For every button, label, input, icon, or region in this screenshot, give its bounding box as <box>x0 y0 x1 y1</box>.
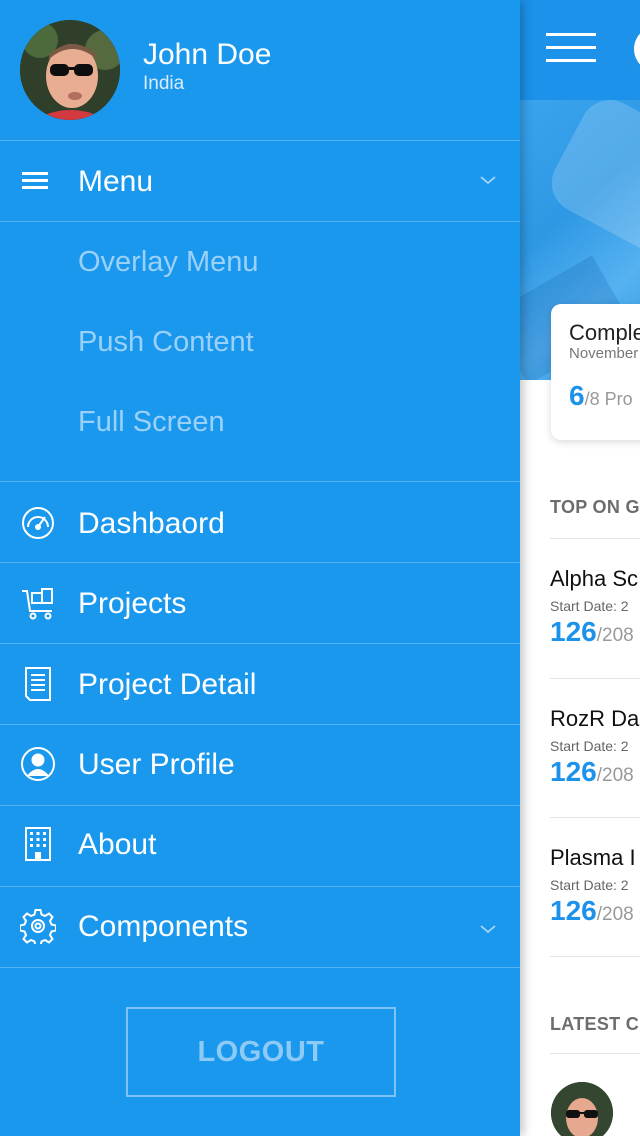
project-name: RozR Da <box>550 706 640 731</box>
project-progress: 126/208 <box>550 756 640 788</box>
project-start-date: Start Date: 2 <box>550 598 629 614</box>
menu-icon <box>20 163 56 199</box>
divider <box>550 817 640 818</box>
progress-total: /208 <box>596 765 634 786</box>
cart-icon <box>20 585 56 621</box>
sub-item-full-screen[interactable]: Full Screen <box>0 382 520 462</box>
nav-item-menu[interactable]: Menu <box>0 141 520 221</box>
progress-value: 126 <box>550 756 597 787</box>
nav-item-label: About <box>78 828 157 861</box>
user-name: John Doe <box>143 38 272 71</box>
profile-button[interactable] <box>634 26 640 72</box>
completed-value: 6 <box>569 380 585 411</box>
nav-item-label: Menu <box>78 165 154 198</box>
section-title-latest: LATEST C <box>550 1014 640 1034</box>
project-progress: 126/208 <box>550 616 640 648</box>
building-icon <box>20 826 56 862</box>
sub-item-label: Overlay Menu <box>78 246 259 278</box>
divider <box>550 538 640 539</box>
document-icon <box>20 666 56 702</box>
nav-item-user-profile[interactable]: User Profile <box>0 724 520 804</box>
sub-item-overlay-menu[interactable]: Overlay Menu <box>0 222 520 302</box>
nav-item-project-detail[interactable]: Project Detail <box>0 644 520 724</box>
sub-item-label: Full Screen <box>78 406 225 438</box>
section-title-top: TOP ON G <box>550 497 640 517</box>
avatar[interactable] <box>551 1082 613 1136</box>
dashboard-gauge-icon <box>20 505 56 541</box>
progress-total: /208 <box>596 625 634 646</box>
sub-item-push-content[interactable]: Push Content <box>0 302 520 382</box>
chevron-down-icon <box>478 922 498 936</box>
card-date: November <box>569 345 639 362</box>
progress-value: 126 <box>550 895 597 926</box>
avatar[interactable] <box>20 20 120 120</box>
nav-item-label: Project Detail <box>78 668 257 701</box>
divider <box>0 967 520 968</box>
hamburger-menu-icon[interactable] <box>546 33 596 63</box>
divider <box>550 956 640 957</box>
project-progress: 126/208 <box>550 895 640 927</box>
divider <box>550 1053 640 1054</box>
divider <box>550 678 640 679</box>
nav-item-label: Dashbaord <box>78 507 225 540</box>
project-start-date: Start Date: 2 <box>550 738 629 754</box>
project-row[interactable]: Alpha Sc Start Date: 2 126/208 <box>550 566 640 648</box>
project-name: Alpha Sc <box>550 566 639 591</box>
nav-item-about[interactable]: About <box>0 804 520 884</box>
card-title: Comple <box>569 320 640 345</box>
project-row[interactable]: Plasma I Start Date: 2 126/208 <box>550 845 640 927</box>
nav-item-dashboard[interactable]: Dashbaord <box>0 483 520 563</box>
project-row[interactable]: RozR Da Start Date: 2 126/208 <box>550 706 640 788</box>
completed-projects-card[interactable]: Comple November 6/8 Pro <box>551 304 640 440</box>
completed-total: /8 Pro <box>584 389 633 409</box>
nav-item-label: User Profile <box>78 748 235 781</box>
nav-item-components[interactable]: Components <box>0 886 520 966</box>
logout-button[interactable]: LOGOUT <box>126 1007 396 1097</box>
chevron-down-icon <box>478 173 498 187</box>
gear-icon <box>19 908 57 947</box>
logout-label: LOGOUT <box>197 1036 325 1068</box>
navigation-drawer: John Doe India Menu Overlay Menu Push Co… <box>0 0 520 1136</box>
nav-item-label: Projects <box>78 587 187 620</box>
divider <box>0 481 520 482</box>
nav-item-label: Components <box>78 910 249 943</box>
progress-total: /208 <box>596 904 634 925</box>
project-start-date: Start Date: 2 <box>550 877 629 893</box>
user-country: India <box>143 73 185 94</box>
main-page: Comple November 6/8 Pro TOP ON G Alpha S… <box>520 0 640 1136</box>
user-icon <box>20 746 56 782</box>
top-app-bar <box>520 0 640 100</box>
progress-value: 126 <box>550 616 597 647</box>
drawer-profile-header[interactable]: John Doe India <box>0 0 520 140</box>
nav-item-projects[interactable]: Projects <box>0 563 520 643</box>
sub-item-label: Push Content <box>78 326 254 358</box>
card-count: 6/8 Pro <box>569 380 633 412</box>
project-name: Plasma I <box>550 845 636 870</box>
